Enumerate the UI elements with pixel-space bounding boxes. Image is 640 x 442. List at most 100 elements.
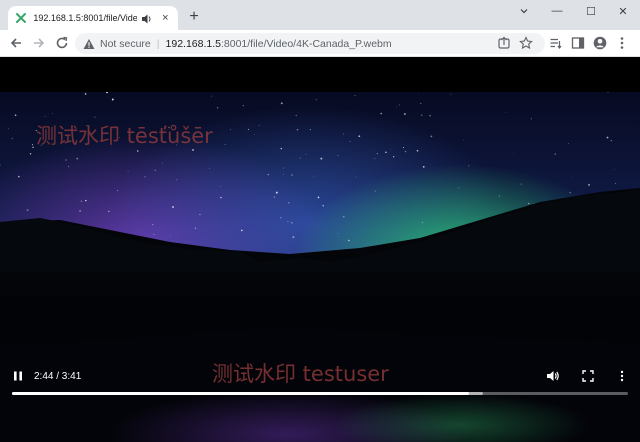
- reading-list-icon[interactable]: [548, 35, 564, 51]
- star: [199, 213, 201, 216]
- profile-avatar-icon[interactable]: [592, 35, 608, 51]
- side-panel-icon[interactable]: [570, 35, 586, 51]
- reload-icon[interactable]: [54, 35, 70, 51]
- star: [211, 95, 212, 97]
- star: [111, 98, 114, 101]
- star: [355, 176, 357, 178]
- speaker-icon[interactable]: [141, 12, 153, 24]
- star: [273, 196, 276, 198]
- forward-arrow-icon[interactable]: [31, 35, 47, 51]
- warning-icon[interactable]: [83, 38, 95, 50]
- fullscreen-icon[interactable]: [580, 368, 596, 384]
- star: [117, 190, 119, 192]
- star: [404, 150, 407, 153]
- player-menu-icon[interactable]: [614, 368, 630, 384]
- star: [267, 173, 270, 176]
- star: [463, 139, 465, 141]
- star: [152, 223, 154, 226]
- star: [65, 159, 67, 161]
- star: [283, 167, 285, 169]
- star: [422, 165, 425, 168]
- star: [402, 147, 405, 149]
- star: [450, 93, 452, 95]
- star: [349, 141, 351, 143]
- minimize-button[interactable]: —: [540, 0, 574, 22]
- star: [313, 175, 315, 177]
- star: [172, 206, 174, 208]
- star: [568, 143, 569, 145]
- maximize-button[interactable]: ☐: [574, 0, 608, 22]
- star: [528, 202, 530, 205]
- new-tab-button[interactable]: +: [186, 9, 202, 25]
- star: [354, 95, 356, 97]
- star: [240, 229, 243, 232]
- star: [606, 136, 609, 139]
- x-logo-icon: [14, 11, 27, 25]
- star: [505, 112, 507, 113]
- star: [588, 184, 590, 186]
- bookmark-star-icon[interactable]: [518, 35, 534, 51]
- star: [11, 137, 14, 140]
- star: [420, 102, 422, 105]
- volume-icon[interactable]: [545, 368, 561, 384]
- star: [416, 149, 419, 152]
- star: [176, 179, 178, 181]
- share-icon[interactable]: [496, 35, 512, 51]
- star: [188, 241, 189, 243]
- star: [26, 209, 29, 212]
- star: [280, 102, 283, 105]
- star: [209, 168, 211, 169]
- star: [216, 106, 219, 109]
- close-tab-icon[interactable]: ×: [159, 11, 172, 25]
- star: [320, 157, 323, 160]
- star: [520, 183, 522, 185]
- browser-window: 192.168.1.5:8001/file/Video/4K-Canada_P.…: [0, 0, 640, 442]
- star: [32, 146, 34, 149]
- window-close-button[interactable]: ✕: [606, 0, 640, 22]
- star: [287, 220, 289, 223]
- star: [76, 157, 79, 160]
- star: [230, 129, 232, 131]
- star: [254, 134, 255, 135]
- star: [153, 233, 155, 235]
- security-label[interactable]: Not secure: [100, 38, 151, 50]
- tab-video[interactable]: 192.168.1.5:8001/file/Video/4K-Canada_P.…: [8, 6, 178, 30]
- address-bar[interactable]: Not secure | 192.168.1.5 :8001/file/Vide…: [75, 33, 545, 54]
- star: [14, 114, 17, 116]
- progress-bar[interactable]: [12, 392, 628, 395]
- star: [68, 165, 70, 168]
- chevron-down-icon[interactable]: [507, 0, 541, 22]
- star: [127, 170, 129, 172]
- star: [32, 144, 34, 146]
- star: [610, 140, 612, 142]
- star: [80, 200, 83, 203]
- star: [291, 174, 293, 176]
- star: [571, 176, 573, 178]
- watermark-top: 测试水印 tēsťůšēr: [36, 124, 213, 148]
- star: [29, 153, 32, 155]
- star: [430, 135, 433, 138]
- star: [292, 236, 295, 239]
- star: [418, 92, 420, 94]
- star: [385, 151, 387, 154]
- pause-icon[interactable]: [10, 368, 26, 384]
- star: [44, 115, 46, 117]
- browser-menu-icon[interactable]: [614, 35, 630, 51]
- star: [299, 157, 301, 159]
- browser-toolbar: Not secure | 192.168.1.5 :8001/file/Vide…: [0, 30, 640, 57]
- star: [283, 174, 284, 175]
- star: [108, 210, 110, 213]
- playback-time: 2:44 / 3:41: [34, 371, 82, 382]
- star: [51, 113, 53, 114]
- star: [398, 104, 400, 106]
- star: [374, 190, 376, 192]
- url-host: 192.168.1.5: [165, 37, 221, 50]
- star: [554, 153, 556, 155]
- tab-strip: 192.168.1.5:8001/file/Video/4K-Canada_P.…: [0, 0, 640, 30]
- star: [343, 133, 345, 135]
- star: [376, 153, 378, 155]
- star: [18, 175, 20, 178]
- back-arrow-icon[interactable]: [8, 35, 24, 51]
- star: [296, 128, 299, 131]
- star: [317, 196, 320, 199]
